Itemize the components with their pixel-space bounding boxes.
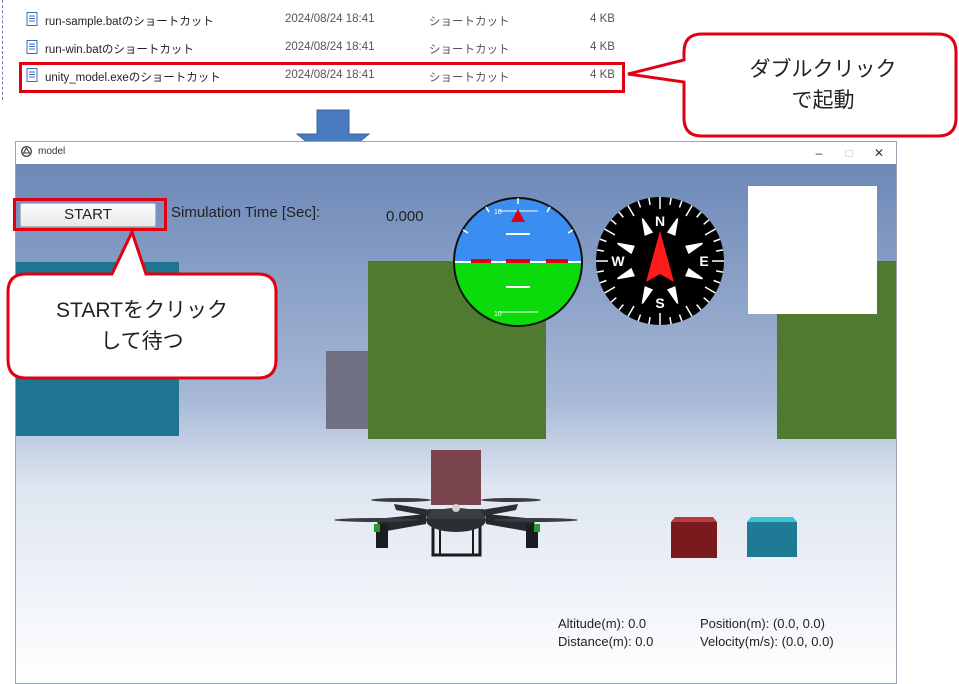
file-row[interactable]: run-win.batのショートカット 2024/08/24 18:41 ショー… (22, 37, 622, 59)
attitude-top-mark: 10 (494, 209, 502, 216)
callout-double-click-line1: ダブルクリック (750, 58, 897, 81)
distance-readout: Distance(m): 0.0 (558, 634, 654, 649)
compass-s: S (655, 295, 664, 311)
file-type: ショートカット (429, 44, 510, 56)
cyan-box (747, 522, 797, 557)
gray-block (326, 351, 368, 429)
file-row[interactable]: run-sample.batのショートカット 2024/08/24 18:41 … (22, 9, 622, 31)
close-button[interactable]: ✕ (864, 144, 894, 162)
file-date: 2024/08/24 18:41 (285, 13, 375, 25)
altitude-readout: Altitude(m): 0.0 (558, 616, 647, 631)
callout-start-click: STARTをクリック して待つ (6, 228, 278, 380)
camera-view-panel (748, 186, 877, 314)
position-readout: Position(m): (0.0, 0.0) (700, 616, 825, 631)
file-date: 2024/08/24 18:41 (285, 41, 375, 53)
file-name: run-win.batのショートカット (45, 44, 194, 56)
minimize-button[interactable]: – (804, 144, 834, 162)
attitude-indicator: 10 10 (453, 197, 583, 327)
shortcut-file-icon (26, 40, 38, 54)
callout-start-line1: STARTをクリック (56, 299, 228, 322)
highlight-box-start (13, 198, 167, 231)
attitude-bottom-mark: 10 (494, 311, 502, 318)
window-title: model (38, 146, 66, 157)
title-bar: model – □ ✕ (16, 142, 896, 164)
callout-double-click: ダブルクリック で起動 (627, 32, 958, 138)
compass-n: N (655, 213, 665, 229)
compass-icon: N S E W (596, 197, 724, 325)
callout-double-click-line2: で起動 (792, 89, 855, 112)
tree-guide-line (2, 0, 4, 100)
simulation-time-value: 0.000 (386, 208, 424, 225)
maroon-box (431, 450, 481, 505)
velocity-readout: Velocity(m/s): (0.0, 0.0) (700, 634, 834, 649)
compass-e: E (699, 253, 708, 269)
red-box (671, 522, 717, 558)
shortcut-file-icon (26, 12, 38, 26)
file-type: ショートカット (429, 16, 510, 28)
maximize-button[interactable]: □ (834, 144, 864, 162)
file-size: 4 KB (590, 13, 615, 25)
file-name: run-sample.batのショートカット (45, 16, 214, 28)
unity-app-icon (21, 146, 32, 157)
simulation-time-label: Simulation Time [Sec]: (171, 204, 321, 221)
highlight-box-file (19, 62, 625, 93)
callout-start-line2: して待つ (100, 330, 183, 353)
compass-w: W (611, 253, 625, 269)
file-size: 4 KB (590, 41, 615, 53)
